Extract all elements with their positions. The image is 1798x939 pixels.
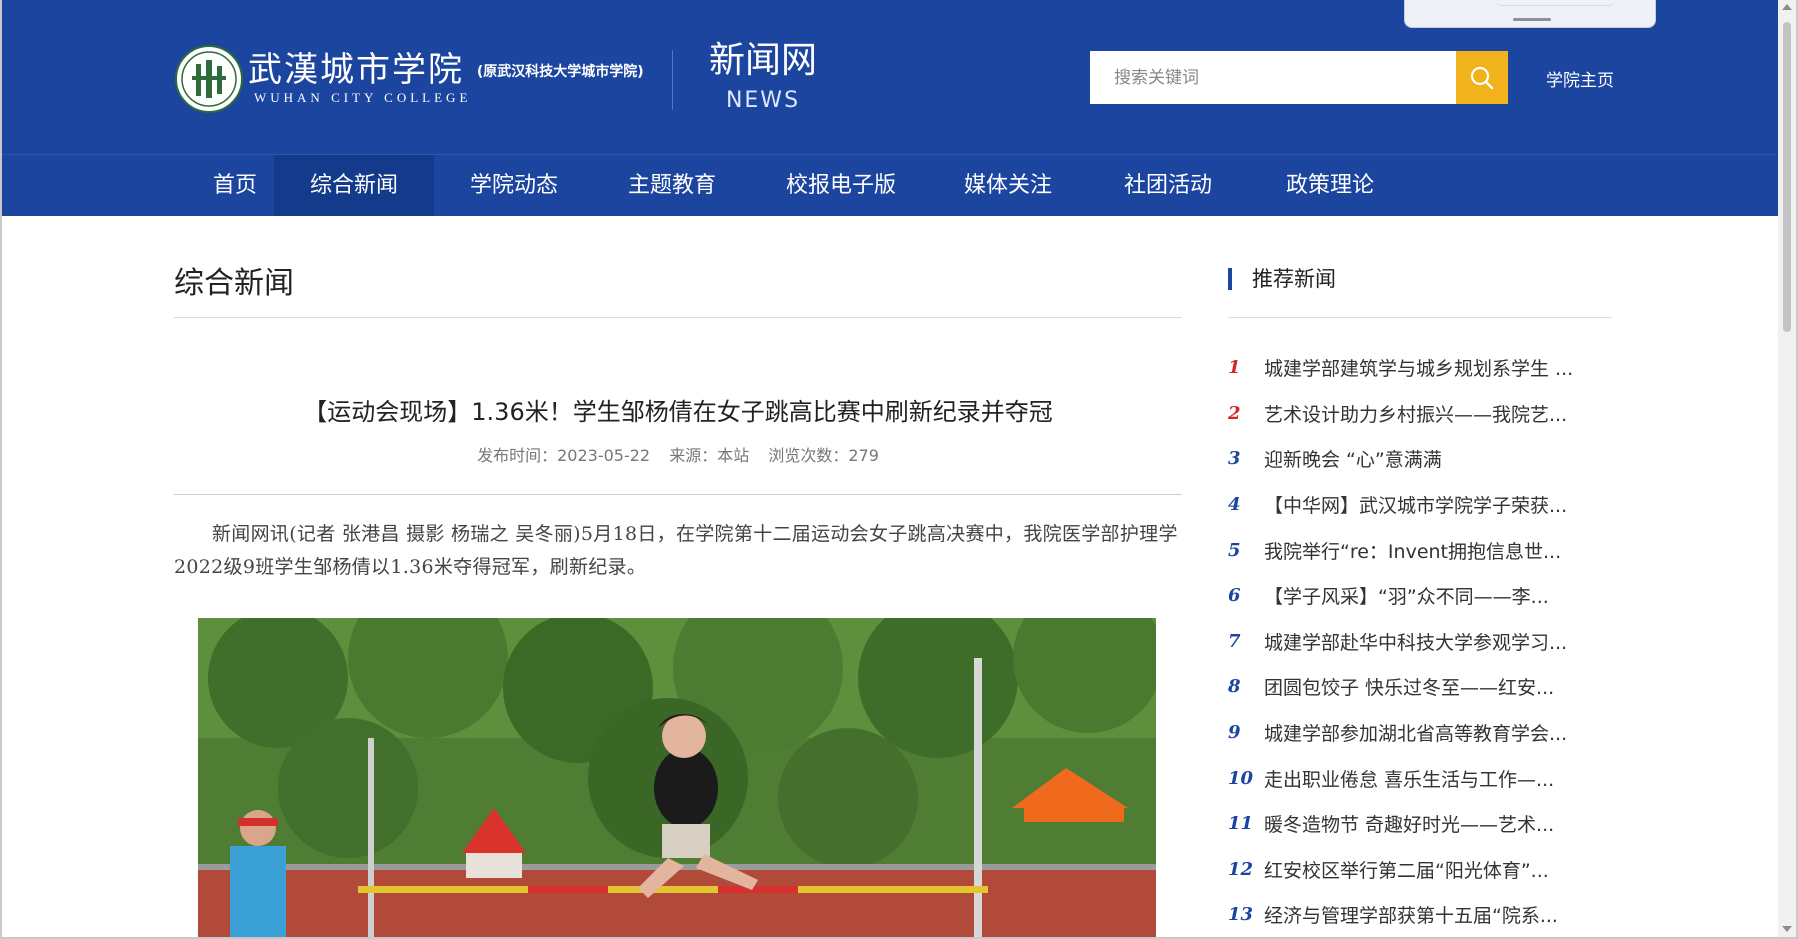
recommended-news-list: 1 城建学部建筑学与城乡规划系学生 ... 2 艺术设计助力乡村振兴——我院艺...… [1228,345,1612,938]
header-divider [672,50,673,110]
search-button[interactable] [1456,51,1508,104]
news-link[interactable]: 团圆包饺子 快乐过冬至——红安... [1264,673,1554,700]
rank-number: 4 [1228,494,1241,516]
news-link[interactable]: 艺术设计助力乡村振兴——我院艺... [1264,400,1567,427]
news-link[interactable]: 【中华网】武汉城市学院学子荣获... [1264,491,1567,518]
scroll-down-arrow-icon[interactable] [1782,926,1792,932]
search-icon [1470,66,1494,89]
nav-item-theme-education[interactable]: 主题教育 [592,155,752,216]
article-views: 浏览次数：279 [768,446,879,465]
college-logo-icon[interactable] [174,44,244,114]
rank-number: 3 [1228,448,1241,470]
news-link[interactable]: 经济与管理学部获第十五届“院系... [1264,901,1558,928]
recommended-news-item[interactable]: 11 暖冬造物节 奇趣好时光——艺术... [1228,801,1612,847]
article-meta: 发布时间：2023-05-22 来源：本站 浏览次数：279 [174,442,1182,466]
site-title: 新闻网 [708,40,817,81]
college-name-cn: 武漢城市学院 [248,50,464,90]
news-link[interactable]: 红安校区举行第二届“阳光体育”... [1264,856,1549,883]
rank-number: 7 [1228,630,1241,652]
high-jump-photo-illustration [198,618,1156,939]
search-box [1090,51,1456,104]
scroll-up-arrow-icon[interactable] [1782,4,1792,10]
page-scrollbar[interactable] [1778,0,1796,939]
rank-number: 1 [1228,357,1241,379]
rank-number: 13 [1228,904,1254,926]
recommended-news-item[interactable]: 13 经济与管理学部获第十五届“院系... [1228,892,1612,938]
rank-number: 6 [1228,585,1241,607]
college-name-en: WUHAN CITY COLLEGE [254,90,472,105]
nav-item-club-activities[interactable]: 社团活动 [1088,155,1248,216]
rank-number: 10 [1228,767,1254,789]
article-publish-date: 发布时间：2023-05-22 [477,446,651,465]
article-title: 【运动会现场】1.36米！学生邹杨倩在女子跳高比赛中刷新纪录并夺冠 [303,398,1053,426]
news-link[interactable]: 迎新晚会 “心”意满满 [1264,445,1442,472]
rank-number: 12 [1228,858,1254,880]
recommended-news-title: 推荐新闻 [1228,268,1336,290]
nav-item-school-paper[interactable]: 校报电子版 [758,155,924,216]
nav-item-general-news[interactable]: 综合新闻 [274,155,434,216]
article-divider [174,494,1182,495]
news-link[interactable]: 暖冬造物节 奇趣好时光——艺术... [1264,810,1554,837]
recommended-news-item[interactable]: 4 【中华网】武汉城市学院学子荣获... [1228,482,1612,528]
recommended-news-item[interactable]: 12 红安校区举行第二届“阳光体育”... [1228,847,1612,893]
recommended-news-item[interactable]: 3 迎新晚会 “心”意满满 [1228,436,1612,482]
article-photo [198,618,1156,939]
college-home-link[interactable]: 学院主页 [1546,66,1614,91]
main-nav: 首页 综合新闻 学院动态 主题教育 校报电子版 媒体关注 社团活动 政策理论 [2,154,1778,216]
recommended-news-item[interactable]: 2 艺术设计助力乡村振兴——我院艺... [1228,391,1612,437]
floating-tab-edge [1495,0,1615,6]
article-source: 来源：本站 [669,446,750,465]
section-title: 综合新闻 [174,266,294,301]
news-link[interactable]: 我院举行“re：Invent拥抱信息世... [1264,537,1561,564]
recommended-news-item[interactable]: 5 我院举行“re：Invent拥抱信息世... [1228,527,1612,573]
recommended-news-item[interactable]: 9 城建学部参加湖北省高等教育学会... [1228,710,1612,756]
article-body: 新闻网讯(记者 张港昌 摄影 杨瑞之 吴冬丽)5月18日，在学院第十二届运动会女… [174,523,1178,578]
section-divider [174,317,1182,318]
site-title-en: NEWS [725,88,801,113]
news-link[interactable]: 【学子风采】“羽”众不同——李... [1264,582,1549,609]
rank-number: 8 [1228,676,1241,698]
recommended-news-item[interactable]: 6 【学子风采】“羽”众不同——李... [1228,573,1612,619]
recommended-news-item[interactable]: 10 走出职业倦怠 喜乐生活与工作—... [1228,755,1612,801]
rank-number: 5 [1228,539,1241,561]
news-link[interactable]: 走出职业倦怠 喜乐生活与工作—... [1264,765,1554,792]
nav-item-policy-theory[interactable]: 政策理论 [1248,155,1412,216]
college-former-name: (原武汉科技大学城市学院) [476,64,644,80]
scroll-thumb[interactable] [1783,22,1791,332]
nav-item-college-updates[interactable]: 学院动态 [434,155,594,216]
drag-handle-icon[interactable] [1513,18,1551,21]
nav-item-media-focus[interactable]: 媒体关注 [928,155,1088,216]
college-name[interactable]: 武漢城市学院 (原武汉科技大学城市学院) [248,50,644,92]
recommended-news-item[interactable]: 8 团圆包饺子 快乐过冬至——红安... [1228,664,1612,710]
news-link[interactable]: 城建学部参加湖北省高等教育学会... [1264,719,1567,746]
news-link[interactable]: 城建学部建筑学与城乡规划系学生 ... [1264,354,1573,381]
rank-number: 9 [1228,722,1241,744]
sidebar-divider [1228,317,1612,318]
search-input[interactable] [1090,51,1456,104]
news-link[interactable]: 城建学部赴华中科技大学参观学习... [1264,628,1567,655]
recommended-news-item[interactable]: 7 城建学部赴华中科技大学参观学习... [1228,619,1612,665]
rank-number: 2 [1228,402,1241,424]
browser-floating-tab[interactable] [1404,0,1656,28]
rank-number: 11 [1228,813,1254,835]
recommended-news-item[interactable]: 1 城建学部建筑学与城乡规划系学生 ... [1228,345,1612,391]
